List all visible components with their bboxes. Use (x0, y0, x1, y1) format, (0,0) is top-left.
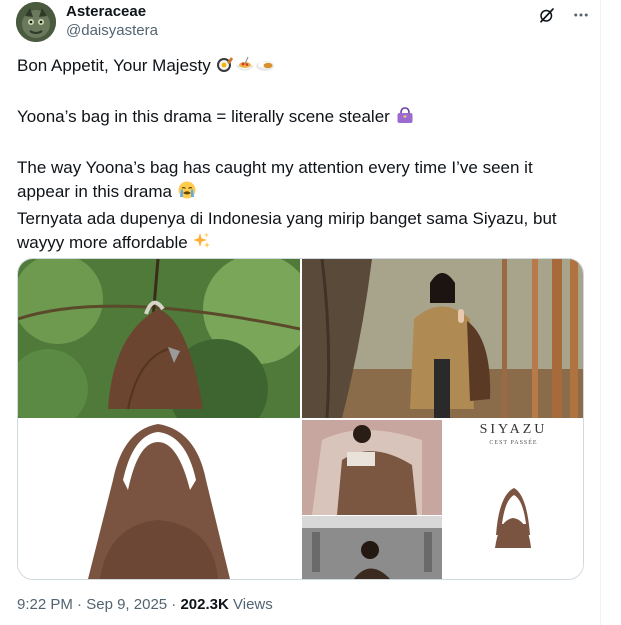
more-options-icon[interactable] (570, 4, 592, 26)
author-handle[interactable]: @daisyastera (66, 21, 158, 41)
views-label: Views (233, 596, 273, 613)
media-image-bag-in-tree[interactable] (18, 259, 300, 418)
author-display-name[interactable]: Asteraceae (66, 3, 158, 21)
tweet-card: Asteraceae @daisyastera Bon Appetit, You… (0, 0, 601, 625)
brand-text: SIYAZU (479, 422, 548, 437)
meta-separator: · (77, 596, 83, 613)
media-image-yoona-in-forest[interactable] (302, 259, 583, 418)
purse-icon (395, 105, 415, 132)
meta-separator: · (171, 596, 177, 613)
tweet-line-4: Ternyata ada dupenya di Indonesia yang m… (17, 207, 587, 258)
pan-egg-icon (215, 54, 235, 81)
spaghetti-icon (235, 54, 255, 81)
tweet-time[interactable]: 9:22 PM (17, 596, 73, 613)
tweet-line-3: The way Yoona’s bag has caught my attent… (17, 156, 587, 207)
media-grid: SIYAZU CEST PASSÉE (17, 258, 584, 580)
tweet-line-1: Bon Appetit, Your Majesty (17, 54, 587, 81)
tweet-line-2: Yoona’s bag in this drama = literally sc… (17, 105, 587, 132)
media-image-bag-product[interactable] (18, 420, 300, 579)
tweet-meta: 9:22 PM · Sep 9, 2025 · 202.3K Views (17, 596, 273, 613)
crying-face-icon (177, 180, 197, 207)
grok-icon[interactable] (536, 4, 558, 26)
avatar[interactable] (16, 2, 56, 42)
media-collage[interactable]: SIYAZU CEST PASSÉE (302, 420, 583, 579)
tweet-date[interactable]: Sep 9, 2025 (86, 596, 167, 613)
sparkles-icon (192, 231, 212, 258)
curry-rice-icon (255, 54, 275, 81)
brand-subtext: CEST PASSÉE (489, 440, 538, 446)
tweet-text: Bon Appetit, Your Majesty Yoona’s bag in… (17, 54, 587, 258)
views-count: 202.3K (180, 596, 229, 613)
